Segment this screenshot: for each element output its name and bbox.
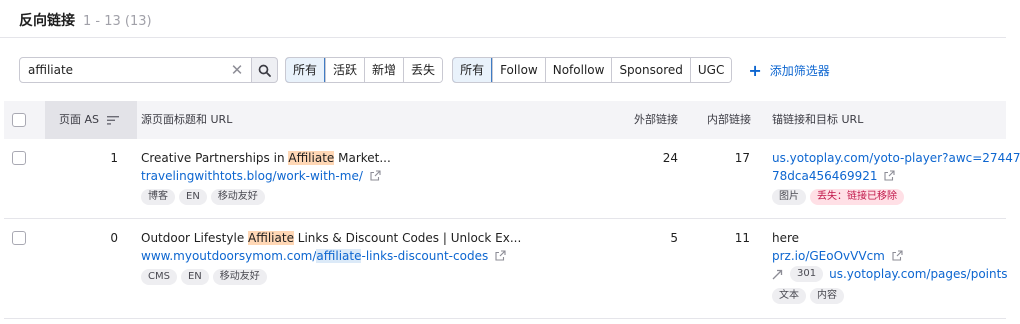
source-title: Creative Partnerships in Affiliate Marke… bbox=[141, 151, 391, 165]
tag-image: 图片 bbox=[772, 189, 806, 205]
clear-icon[interactable]: ✕ bbox=[229, 62, 245, 78]
internal-links-value: 17 bbox=[734, 151, 750, 165]
status-filter-all[interactable]: 所有 bbox=[286, 58, 326, 82]
redirect-row: 301 us.yotoplay.com/pages/points bbox=[772, 266, 1008, 282]
anchor-url-link[interactable]: prz.io/GEoOvVVcm bbox=[772, 249, 903, 263]
table-header: 页面 AS 源页面标题和 URL 外部链接 内部链接 锚链接和目标 URL bbox=[4, 101, 1006, 139]
redirect-target-link[interactable]: us.yotoplay.com/pages/points bbox=[829, 267, 1007, 281]
column-external-links[interactable]: 外部链接 bbox=[634, 101, 678, 139]
internal-links-value: 11 bbox=[734, 231, 750, 245]
page-title: 反向链接 bbox=[19, 13, 75, 29]
external-link-icon bbox=[370, 170, 381, 181]
source-url-link[interactable]: travelingwithtots.blog/work-with-me/ bbox=[141, 169, 381, 183]
search-icon bbox=[258, 64, 271, 77]
external-links-value: 24 bbox=[662, 151, 678, 165]
external-link-icon bbox=[495, 250, 506, 261]
column-internal-links[interactable]: 内部链接 bbox=[707, 101, 751, 139]
external-link-icon bbox=[884, 170, 895, 181]
type-filter-sponsored[interactable]: Sponsored bbox=[611, 58, 690, 82]
sort-icon bbox=[106, 115, 119, 125]
anchor-tags: 文本 内容 bbox=[772, 288, 844, 304]
tag-mobile-friendly: 移动友好 bbox=[210, 189, 265, 205]
header-divider bbox=[0, 37, 1006, 38]
row-checkbox[interactable] bbox=[12, 151, 26, 165]
row-divider bbox=[4, 318, 1006, 319]
external-link-icon bbox=[892, 250, 903, 261]
type-filter-follow[interactable]: Follow bbox=[492, 58, 545, 82]
tag-blog: 博客 bbox=[141, 189, 175, 205]
search-button[interactable] bbox=[252, 57, 278, 83]
table-row: 0 Outdoor Lifestyle Affiliate Links & Di… bbox=[0, 219, 1008, 319]
lost-status-badge: 丢失：链接已移除 bbox=[810, 189, 904, 205]
anchor-text: here bbox=[772, 231, 800, 245]
anchor-tags: 图片 丢失：链接已移除 bbox=[772, 189, 904, 205]
status-filter-new[interactable]: 新增 bbox=[364, 58, 404, 82]
tag-cms: CMS bbox=[141, 269, 177, 285]
status-filter-lost[interactable]: 丢失 bbox=[403, 58, 443, 82]
tag-language: EN bbox=[179, 189, 207, 205]
anchor-url-link[interactable]: us.yotoplay.com/yoto-player?awc=27447 bbox=[772, 151, 1020, 165]
table-row: 1 Creative Partnerships in Affiliate Mar… bbox=[0, 139, 1020, 218]
result-count: 1 - 13 (13) bbox=[83, 14, 152, 29]
select-all-checkbox[interactable] bbox=[12, 113, 26, 127]
status-filter-active[interactable]: 活跃 bbox=[325, 58, 365, 82]
filter-bar: ✕ 所有 活跃 新增 丢失 所有 Follow Nofollow Sponsor… bbox=[19, 56, 830, 84]
plus-icon: + bbox=[748, 60, 762, 80]
source-tags: CMS EN 移动友好 bbox=[141, 269, 267, 285]
type-filter-group: 所有 Follow Nofollow Sponsored UGC bbox=[452, 57, 733, 83]
search-input[interactable] bbox=[20, 58, 220, 82]
add-filter-button[interactable]: + 添加筛选器 bbox=[748, 61, 829, 80]
column-anchor: 锚链接和目标 URL bbox=[772, 113, 864, 126]
tag-text: 文本 bbox=[772, 288, 806, 304]
redirect-arrow-icon bbox=[772, 269, 783, 280]
status-filter-group: 所有 活跃 新增 丢失 bbox=[285, 57, 444, 83]
type-filter-nofollow[interactable]: Nofollow bbox=[544, 58, 612, 82]
anchor-url-link-cont[interactable]: 78dca456469921 bbox=[772, 169, 895, 183]
column-page-as[interactable]: 页面 AS bbox=[45, 101, 137, 139]
page-header: 反向链接 1 - 13 (13) bbox=[19, 10, 152, 30]
source-title: Outdoor Lifestyle Affiliate Links & Disc… bbox=[141, 231, 522, 245]
page-as-value: 1 bbox=[110, 151, 118, 165]
row-checkbox[interactable] bbox=[12, 231, 26, 245]
column-source: 源页面标题和 URL bbox=[141, 113, 233, 126]
tag-content: 内容 bbox=[810, 288, 844, 304]
tag-language: EN bbox=[180, 269, 209, 285]
type-filter-all[interactable]: 所有 bbox=[453, 58, 493, 82]
redirect-code-badge: 301 bbox=[790, 266, 824, 282]
page-as-value: 0 bbox=[110, 231, 118, 245]
source-tags: 博客 EN 移动友好 bbox=[141, 189, 265, 205]
source-url-link[interactable]: www.myoutdoorsymom.com/affiliate-links-d… bbox=[141, 249, 506, 263]
column-page-as-label: 页面 AS bbox=[59, 113, 100, 126]
add-filter-label: 添加筛选器 bbox=[769, 63, 830, 78]
search-box: ✕ bbox=[19, 57, 252, 83]
type-filter-ugc[interactable]: UGC bbox=[689, 58, 732, 82]
tag-mobile-friendly: 移动友好 bbox=[212, 269, 267, 285]
external-links-value: 5 bbox=[670, 231, 678, 245]
